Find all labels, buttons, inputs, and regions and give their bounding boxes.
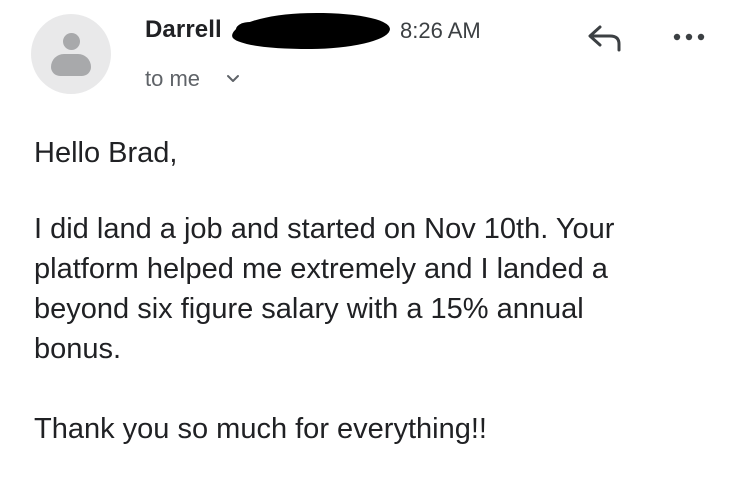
email-header: Darrell 8:26 AM to me	[0, 0, 750, 110]
message-paragraph: I did land a job and started on Nov 10th…	[34, 209, 724, 369]
message-line: bonus.	[34, 333, 122, 365]
message-closing: Thank you so much for everything!!	[34, 413, 487, 445]
reply-arrow-icon	[588, 25, 621, 52]
redaction-mark	[231, 10, 391, 52]
message-line: beyond six figure salary with a 15% annu…	[34, 293, 584, 325]
message-line: I did land a job and started on Nov 10th…	[34, 213, 615, 245]
avatar-head-shape	[63, 33, 80, 50]
message-greeting: Hello Brad,	[34, 137, 178, 169]
sender-avatar-icon[interactable]	[31, 14, 111, 94]
message-line: platform helped me extremely and I lande…	[34, 253, 608, 285]
recipient-label: to me	[145, 66, 201, 91]
sender-name[interactable]: Darrell	[145, 16, 222, 44]
more-options-dots-icon	[673, 33, 705, 41]
chevron-down-icon	[226, 64, 240, 90]
avatar-body-shape	[51, 54, 91, 76]
message-time: 8:26 AM	[400, 18, 481, 43]
recipient-toggle[interactable]: to me	[145, 66, 240, 93]
reply-button[interactable]	[586, 22, 626, 52]
more-options-button[interactable]	[664, 24, 714, 50]
